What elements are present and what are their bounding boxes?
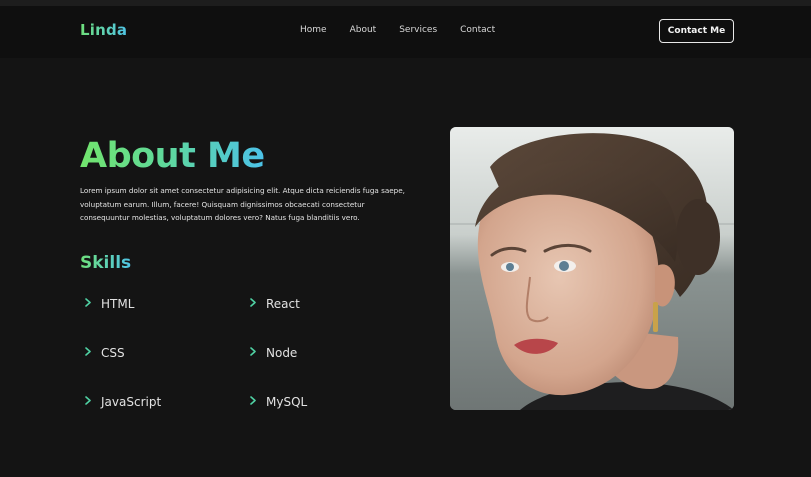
nav-link-about[interactable]: About	[350, 25, 377, 35]
chevron-right-icon	[245, 395, 261, 405]
skills-title: Skills	[80, 253, 132, 273]
skill-item-javascript: JavaScript	[80, 394, 161, 410]
skill-item-react: React	[245, 296, 300, 312]
skill-item-html: HTML	[80, 296, 134, 312]
skill-item-node: Node	[245, 345, 297, 361]
skill-label: HTML	[101, 297, 135, 311]
skill-item-css: CSS	[80, 345, 125, 361]
nav-links: Home About Services Contact	[300, 25, 518, 35]
nav-link-contact[interactable]: Contact	[460, 25, 495, 35]
skill-label: MySQL	[266, 395, 308, 409]
chevron-right-icon	[80, 346, 96, 356]
chevron-right-icon	[245, 346, 261, 356]
skill-label: JavaScript	[101, 395, 162, 409]
nav-link-services[interactable]: Services	[399, 25, 437, 35]
skill-label: CSS	[101, 346, 125, 360]
chevron-right-icon	[80, 395, 96, 405]
contact-me-button[interactable]: Contact Me	[659, 19, 734, 43]
chevron-right-icon	[80, 297, 96, 307]
nav-link-home[interactable]: Home	[300, 25, 327, 35]
logo[interactable]: Linda	[80, 21, 127, 39]
navbar: Linda Home About Services Contact Contac…	[0, 6, 811, 58]
chevron-right-icon	[245, 297, 261, 307]
skill-label: React	[266, 297, 300, 311]
about-title: About Me	[80, 132, 265, 180]
portrait-photo	[450, 127, 734, 410]
skill-item-mysql: MySQL	[245, 394, 307, 410]
about-description: Lorem ipsum dolor sit amet consectetur a…	[80, 186, 405, 222]
skill-label: Node	[266, 346, 298, 360]
